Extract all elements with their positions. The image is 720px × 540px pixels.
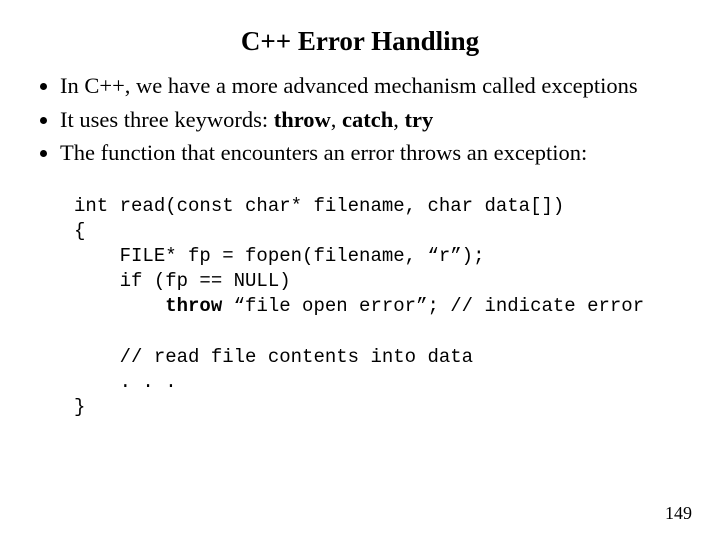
page-number: 149 [665,503,692,524]
keyword-throw-code: throw [165,295,222,317]
bullet-item: The function that encounters an error th… [60,138,688,168]
keyword-try: try [405,107,434,132]
code-line: // read file contents into data [74,346,473,368]
bullet-list: In C++, we have a more advanced mechanis… [32,71,688,168]
code-line: } [74,396,85,418]
slide-title: C++ Error Handling [32,26,688,57]
bullet-item: It uses three keywords: throw, catch, tr… [60,105,688,135]
code-line: { [74,220,85,242]
code-line: int read(const char* filename, char data… [74,195,564,217]
separator: , [331,107,342,132]
separator: , [393,107,404,132]
code-line: . . . [74,371,177,393]
bullet-item: In C++, we have a more advanced mechanis… [60,71,688,101]
code-line: if (fp == NULL) [74,270,291,292]
slide: C++ Error Handling In C++, we have a mor… [0,0,720,540]
code-block: int read(const char* filename, char data… [74,194,688,420]
keyword-catch: catch [342,107,393,132]
code-line: FILE* fp = fopen(filename, “r”); [74,245,484,267]
keyword-throw: throw [274,107,331,132]
code-line: throw “file open error”; // indicate err… [74,295,644,317]
bullet-text: It uses three keywords: [60,107,274,132]
